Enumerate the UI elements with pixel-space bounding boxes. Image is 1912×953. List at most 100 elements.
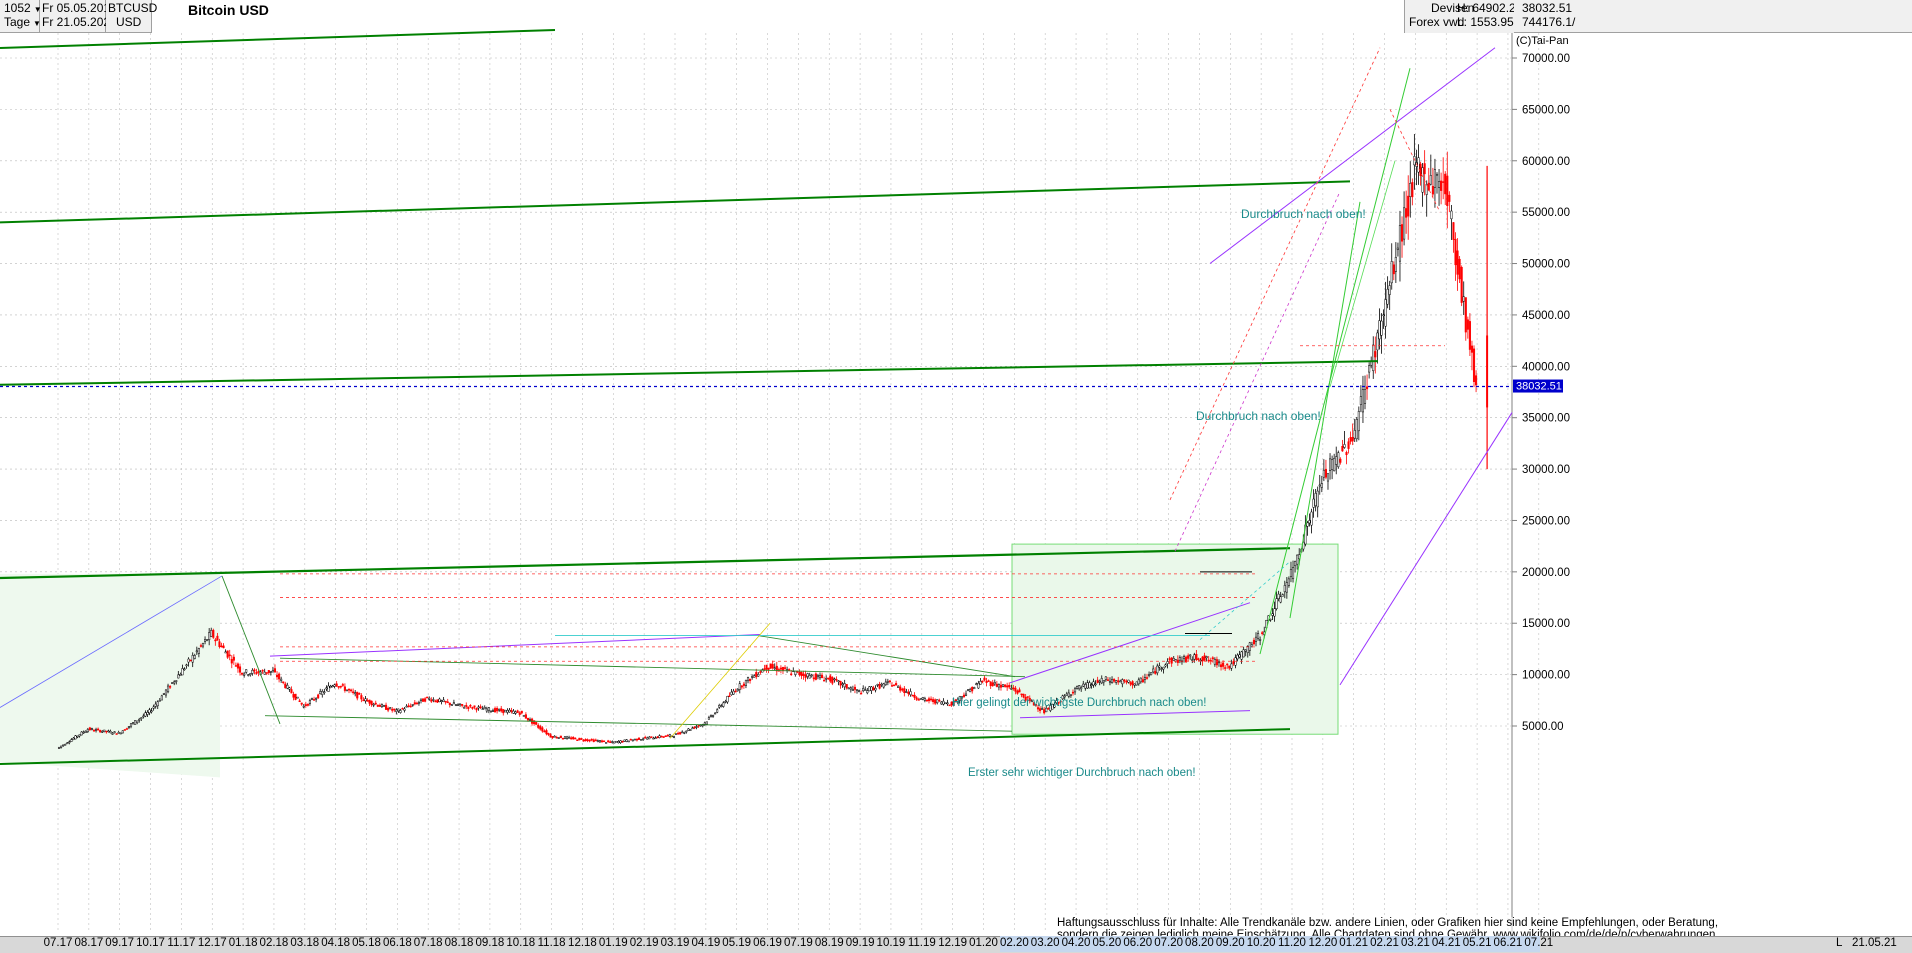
candle-body <box>660 735 663 738</box>
candle-body <box>1320 483 1323 488</box>
x-tick-label: 04.20 <box>1061 937 1091 949</box>
candle-body <box>1328 458 1332 471</box>
candle-body <box>206 639 209 641</box>
candle-body <box>129 723 133 727</box>
candle-body <box>880 683 883 686</box>
candle-body <box>1355 419 1358 440</box>
candle-body <box>1283 585 1286 593</box>
candle-body <box>709 715 713 717</box>
candle-body <box>160 695 163 701</box>
candle-body <box>1226 663 1229 666</box>
price-chart[interactable]: 5000.00 10000.00 15000.00 20000.00 25000.00 3… <box>0 0 1912 936</box>
candle-body <box>1347 441 1350 449</box>
candle-body <box>286 684 289 689</box>
y-tick-label: 5000.00 <box>1522 721 1564 733</box>
candle-body <box>1429 175 1432 185</box>
candle-body <box>226 650 229 658</box>
candle-body <box>944 702 947 705</box>
candle-body <box>574 737 577 740</box>
candle-body <box>1271 613 1274 616</box>
candle-body <box>993 681 996 685</box>
candle-body <box>864 689 867 691</box>
candle-body <box>208 632 211 641</box>
y-tick-label: 60000.00 <box>1522 156 1570 168</box>
candle-body <box>967 689 970 691</box>
candle-body <box>831 677 834 684</box>
candle-body <box>1236 654 1239 660</box>
candle-body <box>744 679 748 686</box>
candle-body <box>876 684 879 686</box>
candle-body <box>370 700 373 706</box>
brand-label: (C)Tai-Pan <box>1516 35 1569 47</box>
candle-body <box>514 711 517 714</box>
candle-body <box>851 688 854 691</box>
candle-body <box>1172 658 1175 661</box>
candle-body <box>1343 444 1346 448</box>
candle-body <box>142 715 145 718</box>
candle-body <box>1296 554 1299 565</box>
x-tick-label: 06.20 <box>1123 937 1153 949</box>
candle-body <box>590 738 593 741</box>
candle-body <box>166 685 170 693</box>
candle-body <box>714 712 717 715</box>
candle-body <box>872 687 875 691</box>
candle-body <box>576 739 579 741</box>
y-tick-label: 10000.00 <box>1522 670 1570 682</box>
candle-body <box>580 738 583 740</box>
candle-body <box>526 717 529 721</box>
candle-body <box>640 739 643 741</box>
x-tick-label: 01.20 <box>969 937 998 949</box>
x-tick-label: 03.18 <box>290 937 320 949</box>
y-tick-label: 65000.00 <box>1522 104 1570 116</box>
candle-body <box>528 719 532 721</box>
candle-body <box>598 740 601 743</box>
candle-body <box>572 737 575 740</box>
candle-body <box>454 704 458 707</box>
candle-body <box>1117 680 1120 683</box>
candle-body <box>734 690 737 693</box>
candle-body <box>417 701 420 704</box>
candle-body <box>740 685 743 688</box>
candle-body <box>1380 320 1383 336</box>
candle-body <box>1020 693 1023 696</box>
candle-body <box>1306 522 1309 527</box>
candle-body <box>177 674 180 679</box>
candle-body <box>481 708 484 710</box>
candle-body <box>1219 664 1223 668</box>
candle-body <box>689 729 692 731</box>
candle-body <box>465 705 468 707</box>
x-tick-label: 10.18 <box>506 937 536 949</box>
candle-body <box>255 672 258 674</box>
candle-body <box>1176 659 1179 663</box>
candle-body <box>892 684 896 687</box>
candle-body <box>327 685 330 692</box>
candle-body <box>613 741 616 744</box>
candle-body <box>459 703 462 706</box>
candle-body <box>442 699 445 702</box>
candle-body <box>391 709 394 711</box>
candle-body <box>136 720 139 724</box>
x-tick-label: 10.20 <box>1246 937 1276 949</box>
candle-body <box>1205 656 1208 659</box>
candle-body <box>1248 642 1251 651</box>
y-tick-label: 20000.00 <box>1522 567 1570 579</box>
candle-body <box>1232 661 1235 664</box>
candle-body <box>1435 173 1439 176</box>
candle-body <box>304 704 307 707</box>
candle-body <box>884 681 887 685</box>
candle-body <box>456 704 460 707</box>
candle-body <box>1069 694 1072 696</box>
candle-body <box>389 707 392 710</box>
candle-body <box>1281 594 1284 597</box>
candle-body <box>1012 687 1015 690</box>
candle-body <box>1137 679 1140 685</box>
candle-body <box>685 730 688 733</box>
candle-body <box>1222 662 1225 667</box>
candle-body <box>909 691 912 696</box>
x-tick-label: 02.21 <box>1370 937 1399 949</box>
candle-body <box>150 710 153 713</box>
x-tick-label: 02.19 <box>629 937 659 949</box>
candle-body <box>222 645 225 649</box>
candle-body <box>749 678 752 682</box>
candle-body <box>919 698 922 700</box>
